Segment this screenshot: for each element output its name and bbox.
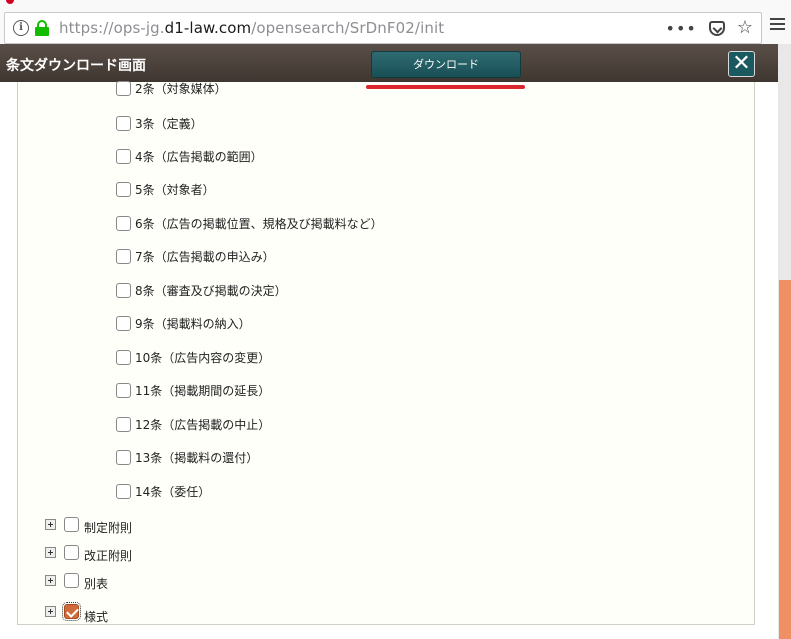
notification-dot [6,0,14,4]
article-item[interactable]: 2条（対象媒体） [116,80,227,97]
group-label: 改正附則 [84,549,133,563]
url-host: d1-law.com [164,19,252,37]
article-label: 7条（広告掲載の申込み） [135,250,275,264]
close-icon[interactable]: ✕ [728,51,755,77]
article-item[interactable]: 13条（掲載料の還付） [116,449,258,466]
article-checkbox[interactable] [116,350,131,365]
article-item[interactable]: 12条（広告掲載の中止） [116,416,270,433]
article-label: 8条（審査及び掲載の決定） [135,284,287,298]
article-checkbox[interactable] [116,316,131,331]
group-label: 別表 [84,577,109,591]
article-item[interactable]: 10条（広告内容の変更） [116,349,270,366]
url-bar[interactable]: i https://ops-jg.d1-law.com/opensearch/S… [4,12,762,44]
article-label: 6条（広告の掲載位置、規格及び掲載料など） [135,217,383,231]
tree-group: 別表 [45,569,108,592]
group-label: 様式 [84,610,109,624]
expand-plus-icon[interactable] [45,519,56,530]
group-checkbox[interactable] [62,602,81,621]
modal-title: 条文ダウンロード画面 [6,58,146,74]
article-checkbox[interactable] [116,383,131,398]
group-checkbox[interactable] [64,573,79,588]
pocket-icon[interactable] [708,20,725,36]
article-label: 12条（広告掲載の中止） [135,418,271,432]
article-item[interactable]: 5条（対象者） [116,181,215,198]
article-label: 4条（広告掲載の範囲） [135,150,263,164]
article-checkbox[interactable] [116,116,131,131]
expand-plus-icon[interactable] [45,547,56,558]
group-checkbox[interactable] [64,545,79,560]
article-label: 2条（対象媒体） [135,82,227,96]
url-path: /opensearch/SrDnF02/init [251,19,445,37]
article-label: 5条（対象者） [135,183,215,197]
article-checkbox[interactable] [116,484,131,499]
modal-header: 条文ダウンロード画面 ダウンロード ✕ [0,44,778,82]
url-prefix: https://ops-jg. [59,19,165,37]
browser-toolbar: i https://ops-jg.d1-law.com/opensearch/S… [0,0,791,44]
article-item[interactable]: 7条（広告掲載の申込み） [116,248,275,265]
article-checkbox[interactable] [116,283,131,298]
article-checkbox[interactable] [116,450,131,465]
modal-content: 2条（対象媒体） 3条（定義） 4条（広告掲載の範囲） 5条（対象者） 6条（広告の掲載… [0,80,778,639]
article-item[interactable]: 8条（審査及び掲載の決定） [116,282,287,299]
article-item[interactable]: 6条（広告の掲載位置、規格及び掲載料など） [116,215,383,232]
article-checkbox[interactable] [116,182,131,197]
page-actions-icon[interactable]: ••• [666,19,697,38]
scroll-thumb[interactable] [779,280,791,639]
article-label: 10条（広告内容の変更） [135,351,271,365]
download-button[interactable]: ダウンロード [371,51,521,78]
article-label: 14条（委任） [135,485,211,499]
article-label: 3条（定義） [135,117,203,131]
info-icon[interactable]: i [13,20,29,36]
article-checkbox[interactable] [116,417,131,432]
url-text[interactable]: https://ops-jg.d1-law.com/opensearch/SrD… [59,19,444,37]
article-item[interactable]: 11条（掲載期間の延長） [116,382,270,399]
bookmark-star-icon[interactable]: ☆ [737,19,753,37]
article-item[interactable]: 4条（広告掲載の範囲） [116,148,263,165]
tree-group: 制定附則 [45,513,132,536]
article-checkbox[interactable] [116,249,131,264]
group-label: 制定附則 [84,521,133,535]
tree-group: 様式 [45,598,108,625]
article-checkbox[interactable] [116,149,131,164]
expand-plus-icon[interactable] [45,606,56,617]
article-label: 9条（掲載料の納入） [135,317,251,331]
tree-group: 改正附則 [45,541,132,564]
hamburger-menu-icon[interactable] [770,18,785,30]
article-label: 13条（掲載料の還付） [135,451,259,465]
article-checkbox[interactable] [116,81,131,96]
scrollbar[interactable] [778,44,791,639]
article-item[interactable]: 9条（掲載料の納入） [116,315,251,332]
annotation-underline [366,85,525,89]
article-tree-panel: 2条（対象媒体） 3条（定義） 4条（広告掲載の範囲） 5条（対象者） 6条（広告の掲載… [17,80,755,625]
group-checkbox[interactable] [64,517,79,532]
article-label: 11条（掲載期間の延長） [135,384,271,398]
expand-plus-icon[interactable] [45,575,56,586]
article-checkbox[interactable] [116,216,131,231]
article-item[interactable]: 14条（委任） [116,483,210,500]
lock-icon[interactable] [35,20,49,36]
article-item[interactable]: 3条（定義） [116,115,203,132]
